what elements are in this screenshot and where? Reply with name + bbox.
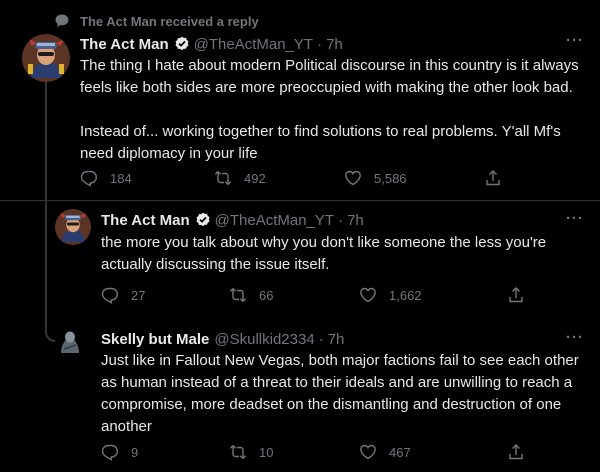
tweet-actions: 184 492 5,586 [80,168,510,188]
author-handle[interactable]: @TheActMan_YT [194,36,313,53]
tweet-text: Just like in Fallout New Vegas, both maj… [101,352,583,435]
author-name[interactable]: The Act Man [80,36,169,53]
share-button[interactable] [507,443,525,461]
reply-icon [80,170,98,187]
tweet-header: Skelly but Male @Skullkid2334 · 7h [101,329,344,349]
separator-dot: · [338,211,344,229]
share-button[interactable] [484,169,502,187]
retweet-button[interactable]: 10 [229,443,273,461]
avatar[interactable] [55,209,91,245]
timestamp[interactable]: 7h [347,212,364,229]
context-text: The Act Man received a reply [80,13,259,29]
heart-icon [360,444,376,460]
author-name[interactable]: The Act Man [101,212,190,229]
more-options-button[interactable]: ··· [566,32,584,49]
reply-count: 9 [131,444,139,460]
like-count: 1,662 [389,287,422,303]
reply-button[interactable]: 27 [101,286,145,304]
verified-badge-icon [196,212,210,227]
tweet-header: The Act Man @TheActMan_YT · 7h [80,34,343,54]
share-button[interactable] [507,286,525,304]
like-button[interactable]: 467 [359,443,411,461]
tweet-actions: 27 66 1,662 [101,285,531,305]
heart-icon [360,287,376,303]
reply-button[interactable]: 184 [80,169,132,187]
reply-count: 27 [131,287,146,303]
author-name[interactable]: Skelly but Male [101,331,209,348]
retweet-button[interactable]: 66 [229,286,273,304]
like-count: 5,586 [374,170,407,186]
author-handle[interactable]: @Skullkid2334 [214,331,314,348]
reply-icon [101,444,119,461]
retweet-icon [229,288,247,302]
retweet-icon [214,171,232,185]
avatar-image [55,209,91,245]
reply-button[interactable]: 9 [101,443,138,461]
separator-dot: · [317,35,323,53]
retweet-count: 10 [259,444,274,460]
heart-icon [345,170,361,186]
tweet-text: The thing I hate about modern Political … [80,57,579,162]
tweet-actions: 9 10 467 [101,442,531,462]
share-icon [509,444,523,460]
avatar[interactable] [55,327,85,357]
more-options-button[interactable]: ··· [566,329,584,346]
timestamp[interactable]: 7h [328,331,345,348]
tweet-text: the more you talk about why you don't li… [101,234,551,273]
more-options-button[interactable]: ··· [566,210,584,227]
share-icon [509,287,523,303]
tweet-header: The Act Man @TheActMan_YT · 7h [101,210,364,230]
like-button[interactable]: 5,586 [344,169,407,187]
avatar[interactable] [22,34,70,82]
retweet-icon [229,445,247,459]
retweet-button[interactable]: 492 [214,169,266,187]
reply-count: 184 [110,170,132,186]
verified-badge-icon [175,36,189,51]
avatar-image [55,327,85,357]
context-header: The Act Man received a reply [54,12,259,30]
reply-icon [101,287,119,304]
like-button[interactable]: 1,662 [359,286,422,304]
divider [0,200,600,201]
retweet-count: 66 [259,287,274,303]
speech-bubble-icon [55,14,69,28]
like-count: 467 [389,444,411,460]
retweet-count: 492 [244,170,266,186]
avatar-image [22,34,70,82]
share-icon [486,170,500,186]
timestamp[interactable]: 7h [326,36,343,53]
thread-line [45,80,47,334]
author-handle[interactable]: @TheActMan_YT [215,212,334,229]
separator-dot: · [318,330,324,348]
